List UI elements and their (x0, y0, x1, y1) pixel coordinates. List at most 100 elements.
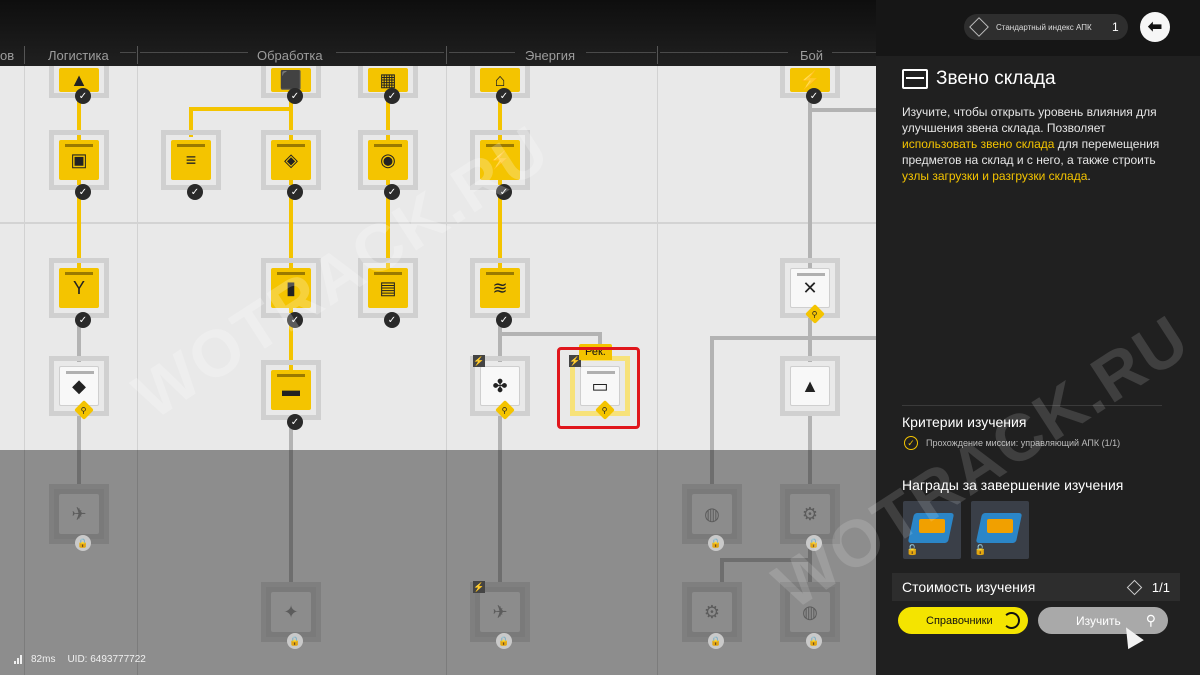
category-divider (832, 52, 876, 53)
category-header-prev: ов (0, 48, 15, 63)
tree-connector (808, 90, 812, 270)
description: Изучите, чтобы открыть уровень влияния д… (902, 104, 1178, 184)
node-glyph: ▲ (70, 69, 88, 90)
tree-connector (289, 450, 293, 585)
lock-icon: 🔒 (708, 633, 724, 649)
tree-connector (808, 108, 876, 112)
tech-node[interactable]: ▣ ✓ (49, 130, 109, 200)
study-button[interactable]: Изучить ⚲ (1038, 607, 1168, 634)
tech-node[interactable]: ▬ ✓ (261, 360, 321, 430)
category-divider (586, 52, 656, 53)
check-icon: ✓ (75, 88, 91, 104)
node-glyph: ✈ (71, 504, 87, 524)
panel-title-row: Звено склада (902, 68, 1056, 90)
description-highlight[interactable]: использовать звено склада (902, 137, 1054, 151)
tech-node[interactable]: ▲ ✓ (49, 66, 109, 104)
tech-node[interactable]: ⌂ ✓ (470, 66, 530, 104)
tech-node-locked[interactable]: ✈ 🔒 (49, 484, 109, 551)
category-separator (24, 46, 25, 64)
tech-node[interactable]: ≡ ✓ (161, 130, 221, 200)
tree-connector (710, 336, 714, 450)
reward-image (987, 519, 1013, 533)
node-glyph: ⚡ (798, 69, 822, 90)
cost-value: 1/1 (1151, 579, 1170, 595)
node-glyph: ▲ (801, 376, 819, 396)
check-icon: ✓ (287, 414, 303, 430)
node-tag (374, 144, 402, 147)
node-tag (65, 272, 93, 275)
ping-text: 82ms (31, 654, 56, 665)
node-glyph: ✈ (492, 602, 508, 622)
storage-box-icon (902, 69, 928, 89)
node-tag (797, 273, 825, 276)
tree-connector (498, 332, 602, 336)
node-glyph: ✕ (802, 278, 818, 298)
node-glyph: ⚙ (801, 504, 819, 524)
header-band (0, 0, 876, 66)
node-glyph: ⬛ (279, 69, 303, 90)
currency-counter[interactable]: Стандартный индекс АПК 1 (964, 14, 1128, 40)
node-glyph: ◆ (72, 376, 86, 396)
tree-connector (710, 336, 876, 340)
panel-title: Звено склада (936, 68, 1056, 89)
tech-node-locked[interactable]: ⚙ 🔒 (682, 582, 742, 649)
node-glyph: ◉ (380, 150, 396, 170)
category-divider (336, 52, 444, 53)
check-circle-icon: ✓ (904, 436, 918, 450)
node-glyph: ◍ (704, 504, 720, 524)
column-divider (137, 450, 138, 675)
category-header-combat: Бой (800, 48, 824, 63)
tech-node[interactable]: ≋ ✓ (470, 258, 530, 328)
category-separator (137, 46, 138, 64)
lock-icon: 🔒 (496, 633, 512, 649)
tech-node[interactable]: ✕ ⚲ (780, 258, 840, 324)
check-icon: ✓ (187, 184, 203, 200)
research-cost-row: Стоимость изучения 1/1 (892, 573, 1180, 601)
tech-node-locked[interactable]: ✦ 🔒 (261, 582, 321, 649)
description-text: Изучите, чтобы открыть уровень влияния д… (902, 105, 1157, 135)
reward-item[interactable]: 🔓 (971, 501, 1029, 559)
lightning-icon: ⚡ (473, 355, 485, 367)
tech-node[interactable]: ◆ ⚲ (49, 356, 109, 420)
tech-node[interactable]: ▲ (780, 356, 840, 416)
cost-label: Стоимость изучения (902, 579, 1036, 595)
cube-icon (1126, 579, 1143, 595)
tech-tree[interactable]: ов Логистика Обработка Энергия Бой ▲ ✓ ⬛… (0, 0, 876, 675)
tech-node-locked[interactable]: ◍ 🔒 (682, 484, 742, 551)
refresh-icon (1003, 612, 1020, 629)
category-separator (657, 46, 658, 64)
references-label: Справочники (926, 614, 993, 627)
node-glyph: ◈ (284, 150, 298, 170)
node-tag (177, 144, 205, 147)
tree-connector (77, 416, 81, 450)
lock-icon: 🔓 (974, 545, 987, 556)
lock-icon: 🔒 (75, 535, 91, 551)
node-glyph: ≡ (185, 150, 197, 170)
back-button[interactable]: ⬅ (1140, 12, 1170, 42)
check-icon: ✓ (287, 88, 303, 104)
tech-node[interactable]: ▦ ✓ (358, 66, 418, 104)
references-button[interactable]: Справочники (898, 607, 1028, 634)
node-tag (277, 144, 305, 147)
column-divider (24, 66, 25, 450)
category-header-energy: Энергия (525, 48, 576, 63)
tech-node[interactable]: ⬛ ✓ (261, 66, 321, 104)
column-divider (446, 66, 447, 450)
node-glyph: ✦ (283, 602, 299, 622)
locked-tier (0, 450, 876, 675)
category-header-logistics: Логистика (48, 48, 109, 63)
signal-icon (14, 655, 23, 664)
node-glyph: Y (72, 278, 85, 298)
node-tag (277, 374, 305, 377)
description-highlight[interactable]: узлы загрузки и разгрузки склада (902, 169, 1087, 183)
check-icon: ✓ (287, 184, 303, 200)
tree-connector (808, 416, 812, 450)
column-divider (24, 450, 25, 675)
selection-highlight (557, 347, 640, 429)
node-tag (65, 144, 93, 147)
tech-node[interactable]: Y ✓ (49, 258, 109, 328)
node-glyph: ✤ (492, 376, 508, 396)
tech-node[interactable]: ⚡ ✓ (780, 66, 840, 104)
lock-icon: 🔒 (287, 633, 303, 649)
tech-node[interactable]: ◈ ✓ (261, 130, 321, 200)
